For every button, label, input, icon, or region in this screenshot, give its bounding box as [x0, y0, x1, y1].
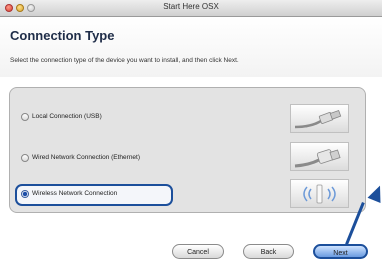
- option-wireless-network[interactable]: Wireless Network Connection: [15, 184, 173, 206]
- installer-window: Start Here OSX Connection Type Select th…: [0, 0, 382, 271]
- ethernet-cable-icon: [290, 142, 349, 171]
- page-title: Connection Type: [10, 28, 115, 43]
- cancel-button[interactable]: Cancel: [172, 244, 224, 259]
- radio-button-selected[interactable]: [21, 190, 29, 198]
- instruction-text: Select the connection type of the device…: [10, 57, 239, 64]
- option-label: Wired Network Connection (Ethernet): [32, 154, 141, 161]
- connection-options-panel: Local Connection (USB) Wired Network Con…: [9, 87, 366, 213]
- next-button[interactable]: Next: [313, 244, 368, 259]
- option-label: Local Connection (USB): [32, 113, 102, 120]
- usb-cable-icon: [290, 104, 349, 133]
- radio-button[interactable]: [21, 113, 29, 121]
- radio-button[interactable]: [21, 154, 29, 162]
- wireless-access-point-icon: [290, 179, 349, 208]
- header-section: Connection Type Select the connection ty…: [0, 17, 382, 77]
- back-button[interactable]: Back: [243, 244, 294, 259]
- callout-arrow-head: [367, 182, 382, 204]
- window-title: Start Here OSX: [163, 2, 219, 11]
- option-label: Wireless Network Connection: [32, 190, 118, 197]
- title-bar[interactable]: Start Here OSX: [0, 0, 382, 17]
